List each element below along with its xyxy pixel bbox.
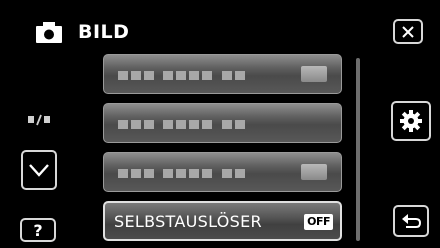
page-indicator-icon — [28, 114, 50, 126]
camera-icon — [36, 22, 62, 43]
help-button[interactable]: ? — [20, 218, 56, 242]
gear-icon — [400, 110, 422, 132]
menu-item-2[interactable] — [103, 103, 342, 143]
setting-value — [301, 164, 327, 180]
placeholder-text — [118, 120, 245, 129]
scroll-down-button[interactable] — [21, 150, 57, 190]
settings-button[interactable] — [391, 101, 431, 141]
menu-item-1[interactable] — [103, 54, 342, 94]
placeholder-text — [118, 169, 245, 178]
setting-value — [301, 66, 327, 82]
self-timer-value-badge: OFF — [304, 214, 333, 230]
chevron-down-icon — [29, 164, 49, 177]
menu-item-label: SELBSTAUSLÖSER — [114, 212, 262, 231]
return-arrow-icon — [402, 214, 422, 228]
close-icon — [402, 25, 414, 38]
menu-item-3[interactable] — [103, 152, 342, 192]
back-button[interactable] — [393, 205, 429, 237]
placeholder-text — [118, 71, 245, 80]
scrollbar[interactable] — [356, 58, 360, 241]
close-button[interactable] — [393, 19, 423, 44]
menu-item-self-timer[interactable]: SELBSTAUSLÖSER OFF — [103, 201, 342, 241]
page-title: BILD — [78, 21, 130, 43]
help-label: ? — [33, 220, 43, 240]
